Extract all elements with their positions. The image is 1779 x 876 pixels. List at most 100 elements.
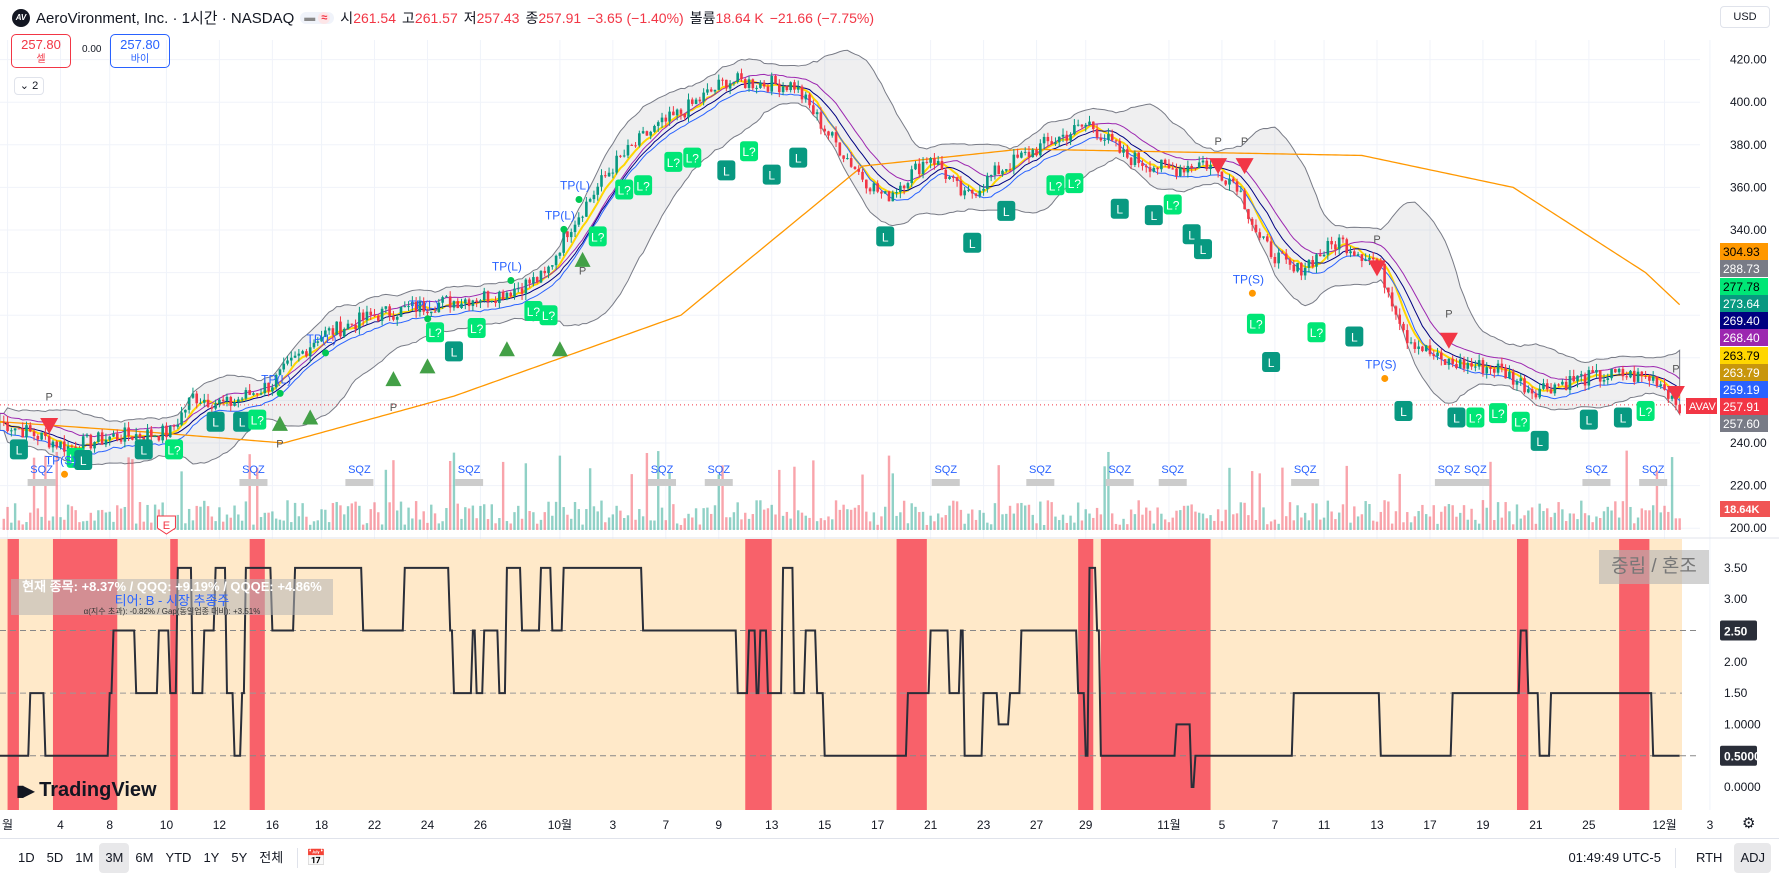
bollinger-band [0, 49, 1681, 466]
volume-bar [1651, 505, 1655, 530]
range-YTD[interactable]: YTD [159, 843, 197, 873]
volume-bar [1417, 511, 1420, 530]
buy-triangle-icon [498, 341, 515, 357]
price-chart[interactable]: 420.00400.00380.00360.00340.00320.00300.… [0, 0, 1779, 838]
squeeze-marker [1026, 479, 1055, 486]
volume-bar [940, 517, 944, 530]
volume-bar [638, 509, 641, 530]
candle [698, 99, 702, 102]
symbol-title[interactable]: AeroVironment, Inc. · 1시간 · NASDAQ [36, 7, 294, 28]
volume-bar [271, 511, 274, 530]
volume-bar [562, 507, 565, 530]
market-status[interactable]: ▬ ≈ [300, 11, 335, 24]
volume-bar [445, 508, 448, 530]
volume-bar [1163, 519, 1167, 530]
volume-bar [138, 502, 142, 530]
tp-dot-icon [61, 470, 69, 478]
clock[interactable]: 01:49:49 UTC-5 [1568, 850, 1661, 865]
time-tick: 22 [368, 818, 382, 832]
volume-bar [944, 515, 947, 530]
sell-button[interactable]: 257.80 셀 [11, 34, 71, 68]
tradingview-logo[interactable]: ▮▶ TradingView [16, 779, 157, 802]
candle [585, 201, 588, 217]
candle [339, 321, 342, 337]
price-axis-value: 257.60 [1723, 417, 1760, 431]
time-tick: 27 [1030, 818, 1044, 832]
open-value: 261.54 [353, 9, 397, 26]
candle [940, 160, 944, 170]
volume-bar [494, 523, 497, 530]
range-5Y[interactable]: 5Y [225, 843, 253, 873]
volume-bar [781, 515, 785, 530]
candle [85, 434, 89, 437]
candle [1258, 232, 1262, 238]
volume-bar [501, 461, 505, 530]
volume-bar [1186, 505, 1190, 530]
signal-label: L? [686, 152, 700, 166]
candle [868, 188, 872, 192]
volume-bar [1319, 519, 1322, 530]
volume-bar [543, 512, 546, 530]
candle [486, 291, 490, 302]
candle [1443, 359, 1447, 365]
volume-bar [471, 505, 475, 530]
volume-bar [831, 519, 834, 530]
volume-bar [1114, 523, 1118, 530]
calendar-goto-icon[interactable]: 📅 [306, 848, 326, 868]
candle [743, 79, 747, 88]
settings-gear-icon[interactable]: ⚙ [1742, 814, 1755, 832]
volume-bar [1659, 512, 1662, 530]
signal-label: L? [1068, 177, 1082, 191]
squeeze-label: SQZ [1029, 464, 1052, 476]
volume-bar [1008, 505, 1012, 530]
candle [577, 217, 581, 225]
candle [1197, 162, 1201, 169]
candle [1277, 252, 1280, 264]
volume-bar [687, 513, 690, 530]
volume-bar [1042, 524, 1046, 530]
volume-bar [1474, 519, 1477, 530]
candle [645, 131, 649, 136]
volume-bar [842, 504, 845, 530]
candle [44, 432, 47, 437]
range-1M[interactable]: 1M [69, 843, 99, 873]
volume-bar [108, 511, 111, 530]
candle [736, 73, 739, 82]
candle [25, 425, 28, 438]
volume-bar [634, 519, 637, 530]
signal-label: L [1188, 228, 1195, 242]
currency-button[interactable]: USD [1720, 6, 1770, 28]
candle [1091, 121, 1095, 130]
range-1Y[interactable]: 1Y [197, 843, 225, 873]
squeeze-label: SQZ [1585, 464, 1608, 476]
range-1D[interactable]: 1D [12, 843, 41, 873]
volume-bar [256, 467, 259, 530]
volume-bar [218, 507, 221, 530]
range-5D[interactable]: 5D [41, 843, 70, 873]
squeeze-marker [1461, 479, 1490, 486]
volume-bar [1285, 516, 1288, 530]
adjust-toggle[interactable]: ADJ [1734, 842, 1771, 873]
candle [403, 306, 407, 308]
candle [895, 192, 898, 194]
candle [2, 421, 6, 423]
range-전체[interactable]: 전체 [253, 843, 289, 873]
session-toggle[interactable]: RTH [1690, 843, 1728, 873]
volume-label: 볼륨 [689, 9, 716, 26]
candle [1190, 165, 1193, 168]
volume-bar [1534, 523, 1538, 530]
candle [1587, 370, 1591, 386]
indicators-collapse-button[interactable]: ⌄ 2 [14, 77, 44, 95]
volume-bar [1179, 510, 1182, 530]
time-tick: 13 [765, 818, 779, 832]
volume-bar [274, 518, 278, 530]
buy-button[interactable]: 257.80 바이 [110, 34, 170, 68]
candle [490, 300, 494, 302]
high-label: 고 [402, 9, 415, 26]
range-6M[interactable]: 6M [129, 843, 159, 873]
signal-label: L? [527, 305, 541, 319]
range-3M[interactable]: 3M [99, 842, 130, 873]
volume-bar [1247, 515, 1250, 530]
volume-bar [736, 502, 739, 530]
candle [1610, 368, 1613, 379]
